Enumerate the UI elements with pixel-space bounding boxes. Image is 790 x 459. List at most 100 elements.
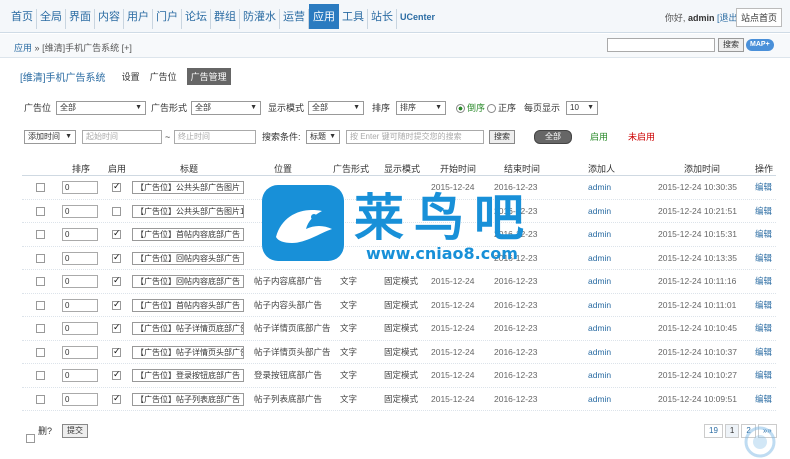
show-all-button[interactable]: 全部 xyxy=(534,130,572,144)
row-title-input[interactable]: 【广告位】帖子列表底部广告 xyxy=(132,392,244,406)
row-added-by[interactable]: admin xyxy=(588,322,611,334)
order-asc-option[interactable]: 正序 xyxy=(487,101,516,115)
row-title-input[interactable]: 【广告位】帖子详情页底部广告 xyxy=(132,322,244,335)
row-select-checkbox[interactable] xyxy=(36,324,45,333)
row-edit-link[interactable]: 编辑 xyxy=(755,275,772,287)
site-home-button[interactable]: 站点首页 xyxy=(735,8,782,27)
nav-item[interactable]: 首页 xyxy=(8,9,37,29)
row-edit-link[interactable]: 编辑 xyxy=(755,299,772,311)
row-order-input[interactable]: 0 xyxy=(62,322,98,335)
ad-form-select[interactable]: 全部 ▼ xyxy=(191,101,261,115)
row-select-checkbox[interactable] xyxy=(36,371,45,380)
row-enabled-checkbox[interactable] xyxy=(112,206,121,216)
row-edit-link[interactable]: 编辑 xyxy=(755,228,772,240)
nav-item[interactable]: 群组 xyxy=(211,9,240,29)
row-order-input[interactable]: 0 xyxy=(62,369,98,382)
nav-item[interactable]: 工具 xyxy=(339,9,368,29)
row-edit-link[interactable]: 编辑 xyxy=(755,205,772,217)
row-select-checkbox[interactable] xyxy=(36,300,45,310)
select-all-checkbox[interactable] xyxy=(26,433,35,443)
row-title-input[interactable]: 【广告位】首帖内容底部广告 xyxy=(132,228,244,241)
nav-item[interactable]: 门户 xyxy=(153,9,182,29)
row-order-input[interactable]: 0 xyxy=(62,181,98,194)
time-type-select[interactable]: 添加时间 ▼ xyxy=(24,130,76,144)
row-order-input[interactable]: 0 xyxy=(62,204,98,218)
row-added-by[interactable]: admin xyxy=(588,393,611,405)
row-select-checkbox[interactable] xyxy=(36,253,45,263)
row-enabled-checkbox[interactable] xyxy=(112,181,121,192)
row-edit-link[interactable]: 编辑 xyxy=(755,322,772,334)
nav-item[interactable]: 站长 xyxy=(368,9,397,29)
row-title-input[interactable]: 【广告位】公共头部广告图片1 xyxy=(132,204,244,218)
nav-item[interactable]: 界面 xyxy=(66,9,95,29)
row-edit-link[interactable]: 编辑 xyxy=(755,181,772,193)
row-edit-link[interactable]: 编辑 xyxy=(755,369,772,381)
tab-ad-management[interactable]: 广告管理 xyxy=(186,68,231,85)
row-select-checkbox[interactable] xyxy=(36,230,45,239)
nav-item[interactable]: 应用 xyxy=(309,4,339,29)
row-enabled-checkbox[interactable] xyxy=(112,369,121,380)
row-enabled-checkbox[interactable] xyxy=(112,252,121,263)
nav-item[interactable]: 用户 xyxy=(124,9,153,29)
row-title-input[interactable]: 【广告位】回帖内容底部广告 xyxy=(132,275,244,288)
row-enabled-checkbox[interactable] xyxy=(112,228,121,239)
tab-ad-positions[interactable]: 广告位 xyxy=(150,70,177,83)
row-enabled-checkbox[interactable] xyxy=(112,275,121,286)
row-select-checkbox[interactable] xyxy=(36,183,45,192)
row-added-by[interactable]: admin xyxy=(588,299,611,311)
row-added-by[interactable]: admin xyxy=(588,346,611,358)
top-search-input[interactable] xyxy=(607,38,715,52)
row-select-checkbox[interactable] xyxy=(36,206,45,216)
row-title-input[interactable]: 【广告位】公共头部广告图片 xyxy=(132,181,244,194)
keyword-input[interactable]: 按 Enter 键可随时提交您的搜索 xyxy=(346,130,484,144)
sort-select[interactable]: 排序 ▼ xyxy=(396,101,446,115)
row-order-input[interactable]: 0 xyxy=(62,392,98,406)
row-enabled-checkbox[interactable] xyxy=(112,346,121,357)
row-enabled-checkbox[interactable] xyxy=(112,299,121,310)
map-button[interactable]: MAP+ xyxy=(746,39,774,51)
nav-item[interactable]: 防灌水 xyxy=(240,9,280,29)
row-edit-link[interactable]: 编辑 xyxy=(755,393,772,405)
row-added-by[interactable]: admin xyxy=(588,205,611,217)
row-added-by[interactable]: admin xyxy=(588,228,611,240)
row-title-input[interactable]: 【广告位】首帖内容头部广告 xyxy=(132,298,244,312)
row-select-checkbox[interactable] xyxy=(36,394,45,404)
nav-item[interactable]: 内容 xyxy=(95,9,124,29)
nav-item[interactable]: UCenter xyxy=(397,9,438,29)
order-desc-option[interactable]: 倒序 xyxy=(456,101,485,115)
submit-button[interactable]: 提交 xyxy=(62,424,89,438)
breadcrumb-add[interactable]: [+] xyxy=(122,43,132,53)
row-enabled-checkbox[interactable] xyxy=(112,393,121,404)
per-page-select[interactable]: 10 ▼ xyxy=(566,101,598,115)
ad-position-select[interactable]: 全部 ▼ xyxy=(56,101,146,115)
row-edit-link[interactable]: 编辑 xyxy=(755,346,772,358)
breadcrumb-root[interactable]: 应用 xyxy=(14,43,32,53)
row-select-checkbox[interactable] xyxy=(36,347,45,357)
display-style-select[interactable]: 全部 ▼ xyxy=(308,101,364,115)
page-1[interactable]: 1 xyxy=(724,424,740,438)
row-order-input[interactable]: 0 xyxy=(62,228,98,241)
page-2[interactable]: 2 xyxy=(741,424,756,438)
nav-item[interactable]: 论坛 xyxy=(182,9,211,29)
row-enabled-checkbox[interactable] xyxy=(112,322,121,333)
row-order-input[interactable]: 0 xyxy=(62,275,98,288)
search-condition-select[interactable]: 标题 ▼ xyxy=(306,130,340,144)
start-time-input[interactable]: 起始时间 xyxy=(82,130,162,144)
page-next[interactable]: »» xyxy=(757,424,777,438)
tab-settings[interactable]: 设置 xyxy=(122,70,140,83)
row-title-input[interactable]: 【广告位】帖子详情页头部广告 xyxy=(132,345,244,359)
row-added-by[interactable]: admin xyxy=(588,252,611,264)
row-added-by[interactable]: admin xyxy=(588,369,611,381)
row-order-input[interactable]: 0 xyxy=(62,251,98,265)
row-added-by[interactable]: admin xyxy=(588,181,611,193)
end-time-input[interactable]: 终止时间 xyxy=(174,130,256,144)
row-order-input[interactable]: 0 xyxy=(62,345,98,359)
top-search-button[interactable]: 搜索 xyxy=(718,38,744,52)
row-title-input[interactable]: 【广告位】登录按钮底部广告 xyxy=(132,369,244,382)
row-select-checkbox[interactable] xyxy=(36,277,45,286)
search-button[interactable]: 搜索 xyxy=(489,130,515,144)
filter-disabled-link[interactable]: 未启用 xyxy=(628,130,655,144)
row-title-input[interactable]: 【广告位】回帖内容头部广告 xyxy=(132,251,244,265)
nav-item[interactable]: 全局 xyxy=(37,9,66,29)
row-added-by[interactable]: admin xyxy=(588,275,611,287)
